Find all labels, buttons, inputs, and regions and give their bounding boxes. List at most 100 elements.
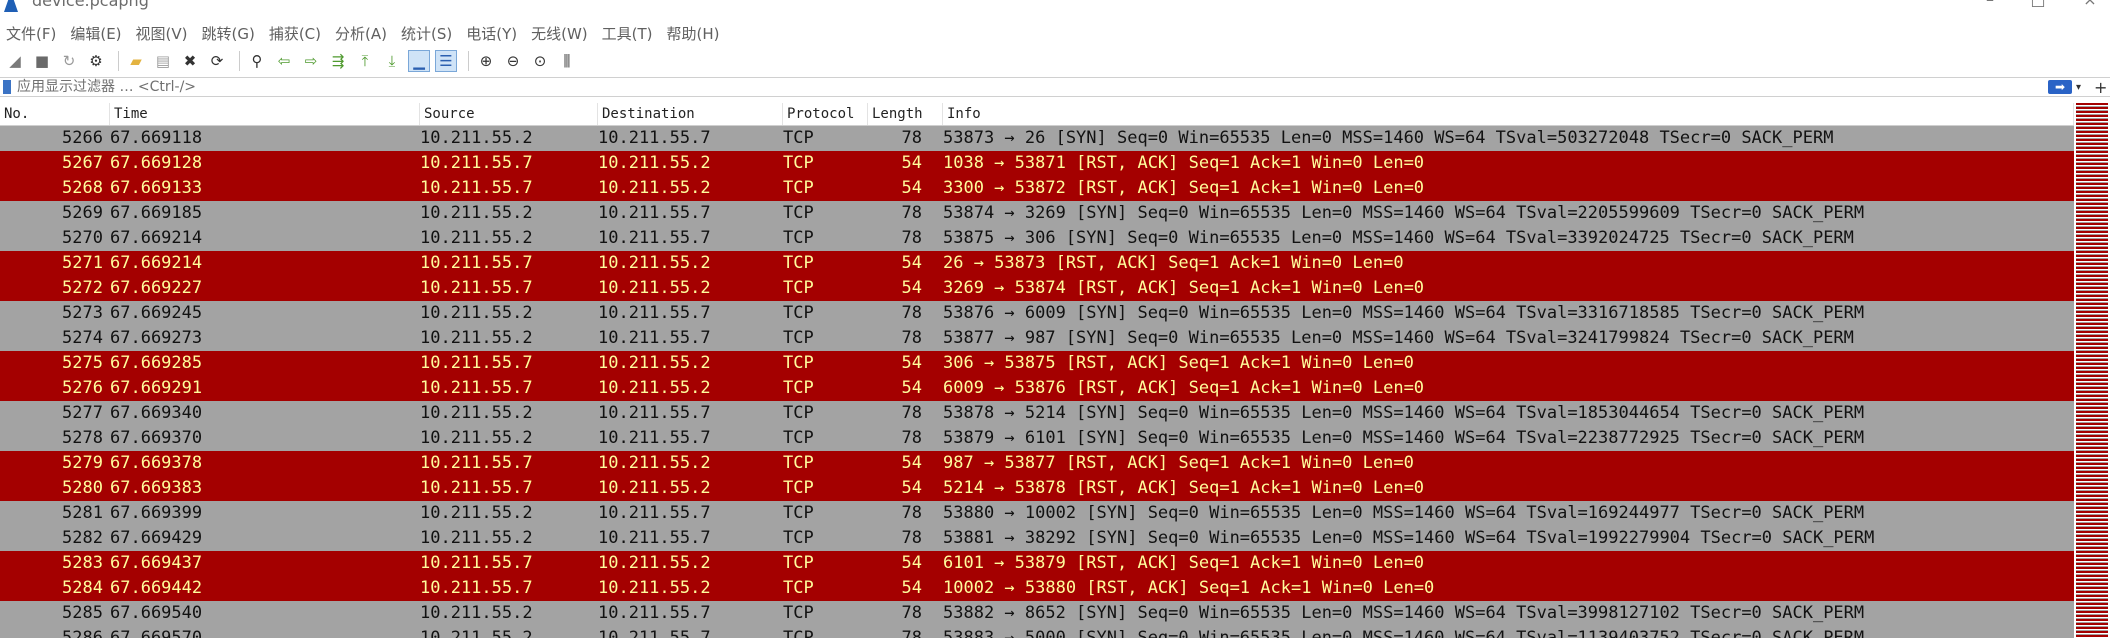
menu-item[interactable]: 电话(Y) — [460, 23, 525, 44]
packet-time: 67.669370 — [110, 428, 203, 448]
packet-length: 54 — [901, 253, 922, 273]
go-forward-arrow-icon[interactable]: ⇨ — [300, 50, 322, 72]
auto-scroll-icon[interactable]: ▁ — [408, 50, 430, 72]
packet-destination: 10.211.55.2 — [598, 253, 711, 273]
save-file-icon[interactable]: ▤ — [152, 50, 174, 72]
display-filter-input[interactable] — [15, 78, 2048, 96]
add-filter-button-plus-icon[interactable]: + — [2094, 78, 2108, 97]
apply-filter-arrow-icon[interactable]: ➡ — [2048, 80, 2072, 94]
window-title: device.pcapng — [32, 0, 149, 10]
info-column-header[interactable]: Info — [943, 103, 2074, 125]
packet-number: 5267 — [62, 153, 103, 173]
find-packet-magnifier-icon[interactable]: ⚲ — [246, 50, 268, 72]
table-row[interactable]: 5281 67.669399 10.211.55.2 10.211.55.7 TCP 78… — [0, 501, 2074, 526]
table-row[interactable]: 5278 67.669370 10.211.55.2 10.211.55.7 TCP 78… — [0, 426, 2074, 451]
table-row[interactable]: 5286 67.669570 10.211.55.2 10.211.55.7 TCP 78… — [0, 626, 2074, 638]
close-file-icon[interactable]: ✖ — [179, 50, 201, 72]
packet-protocol: TCP — [783, 478, 814, 498]
packet-time: 67.669118 — [110, 128, 203, 148]
packet-destination: 10.211.55.7 — [598, 403, 711, 423]
table-row[interactable]: 5280 67.669383 10.211.55.7 10.211.55.2 TCP 54… — [0, 476, 2074, 501]
first-packet-icon[interactable]: ⤒ — [354, 50, 376, 72]
table-row[interactable]: 5274 67.669273 10.211.55.2 10.211.55.7 TCP 78… — [0, 326, 2074, 351]
shark-fin-start-icon[interactable]: ◢ — [4, 50, 26, 72]
time-column-header[interactable]: Time — [110, 103, 420, 125]
packet-time: 67.669128 — [110, 153, 203, 173]
no-column-header[interactable]: No. — [0, 103, 110, 125]
menu-item[interactable]: 无线(W) — [525, 23, 596, 44]
packet-length: 54 — [901, 153, 922, 173]
menu-item[interactable]: 视图(V) — [130, 23, 196, 44]
length-column-header[interactable]: Length — [868, 103, 943, 125]
packet-list-rows: 5266 67.669118 10.211.55.2 10.211.55.7 TCP 78… — [0, 126, 2074, 638]
colorize-list-icon[interactable]: ☰ — [435, 50, 457, 72]
destination-column-header[interactable]: Destination — [598, 103, 783, 125]
table-row[interactable]: 5267 67.669128 10.211.55.7 10.211.55.2 TCP 54… — [0, 151, 2074, 176]
go-to-packet-icon[interactable]: ⇶ — [327, 50, 349, 72]
menu-item[interactable]: 文件(F) — [0, 23, 64, 44]
packet-info: 53883 → 5000 [SYN] Seq=0 Win=65535 Len=0… — [943, 628, 1865, 638]
table-row[interactable]: 5273 67.669245 10.211.55.2 10.211.55.7 TCP 78… — [0, 301, 2074, 326]
menu-item[interactable]: 工具(T) — [596, 23, 661, 44]
packet-protocol: TCP — [783, 528, 814, 548]
table-row[interactable]: 5276 67.669291 10.211.55.7 10.211.55.2 TCP 54… — [0, 376, 2074, 401]
packet-list-minimap-scrollbar[interactable] — [2076, 103, 2108, 638]
table-row[interactable]: 5282 67.669429 10.211.55.2 10.211.55.7 TCP 78… — [0, 526, 2074, 551]
menu-item[interactable]: 编辑(E) — [64, 23, 129, 44]
table-row[interactable]: 5268 67.669133 10.211.55.7 10.211.55.2 TCP 54… — [0, 176, 2074, 201]
restart-fin-icon[interactable]: ↻ — [58, 50, 80, 72]
menu-item[interactable]: 捕获(C) — [263, 23, 329, 44]
table-row[interactable]: 5284 67.669442 10.211.55.7 10.211.55.2 TCP 54… — [0, 576, 2074, 601]
menu-item[interactable]: 统计(S) — [395, 23, 460, 44]
go-back-arrow-icon[interactable]: ⇦ — [273, 50, 295, 72]
packet-length: 54 — [901, 578, 922, 598]
table-row[interactable]: 5272 67.669227 10.211.55.7 10.211.55.2 TCP 54… — [0, 276, 2074, 301]
table-row[interactable]: 5275 67.669285 10.211.55.7 10.211.55.2 TCP 54… — [0, 351, 2074, 376]
packet-destination: 10.211.55.2 — [598, 353, 711, 373]
packet-time: 67.669273 — [110, 328, 203, 348]
filter-history-chevron-down-icon[interactable]: ▾ — [2076, 82, 2088, 93]
minimize-icon[interactable]: – — [1975, 0, 2005, 10]
reload-file-icon[interactable]: ⟳ — [206, 50, 228, 72]
packet-protocol: TCP — [783, 278, 814, 298]
table-row[interactable]: 5283 67.669437 10.211.55.7 10.211.55.2 TCP 54… — [0, 551, 2074, 576]
table-row[interactable]: 5279 67.669378 10.211.55.7 10.211.55.2 TCP 54… — [0, 451, 2074, 476]
packet-info: 53874 → 3269 [SYN] Seq=0 Win=65535 Len=0… — [943, 203, 1865, 223]
menu-item[interactable]: 跳转(G) — [196, 23, 263, 44]
table-row[interactable]: 5285 67.669540 10.211.55.2 10.211.55.7 TCP 78… — [0, 601, 2074, 626]
source-column-header[interactable]: Source — [420, 103, 598, 125]
menu-item[interactable]: 分析(A) — [329, 23, 395, 44]
packet-source: 10.211.55.2 — [420, 403, 533, 423]
close-window-icon[interactable]: × — [2075, 0, 2105, 10]
open-folder-icon[interactable]: ▰ — [125, 50, 147, 72]
packet-time: 67.669378 — [110, 453, 203, 473]
protocol-column-header[interactable]: Protocol — [783, 103, 868, 125]
zoom-in-icon[interactable]: ⊕ — [475, 50, 497, 72]
filter-bookmark-icon[interactable] — [3, 80, 11, 94]
maximize-icon[interactable]: □ — [2023, 0, 2053, 10]
packet-destination: 10.211.55.2 — [598, 553, 711, 573]
packet-info: 53873 → 26 [SYN] Seq=0 Win=65535 Len=0 M… — [943, 128, 1834, 148]
packet-source: 10.211.55.2 — [420, 528, 533, 548]
packet-length: 78 — [901, 528, 922, 548]
capture-options-gear-icon[interactable]: ⚙ — [85, 50, 107, 72]
table-row[interactable]: 5266 67.669118 10.211.55.2 10.211.55.7 TCP 78… — [0, 126, 2074, 151]
table-row[interactable]: 5270 67.669214 10.211.55.2 10.211.55.7 TCP 78… — [0, 226, 2074, 251]
stop-square-icon[interactable]: ■ — [31, 50, 53, 72]
packet-length: 54 — [901, 378, 922, 398]
zoom-normal-icon[interactable]: ⊙ — [529, 50, 551, 72]
menu-item[interactable]: 帮助(H) — [661, 23, 728, 44]
packet-time: 67.669285 — [110, 353, 203, 373]
zoom-out-icon[interactable]: ⊖ — [502, 50, 524, 72]
packet-length: 54 — [901, 278, 922, 298]
packet-length: 78 — [901, 628, 922, 638]
packet-number: 5275 — [62, 353, 103, 373]
table-row[interactable]: 5277 67.669340 10.211.55.2 10.211.55.7 TCP 78… — [0, 401, 2074, 426]
table-row[interactable]: 5271 67.669214 10.211.55.7 10.211.55.2 TCP 54… — [0, 251, 2074, 276]
resize-columns-icon[interactable]: ⫼ — [556, 50, 578, 72]
packet-time: 67.669383 — [110, 478, 203, 498]
packet-protocol: TCP — [783, 578, 814, 598]
last-packet-icon[interactable]: ⤓ — [381, 50, 403, 72]
packet-protocol: TCP — [783, 128, 814, 148]
table-row[interactable]: 5269 67.669185 10.211.55.2 10.211.55.7 TCP 78… — [0, 201, 2074, 226]
